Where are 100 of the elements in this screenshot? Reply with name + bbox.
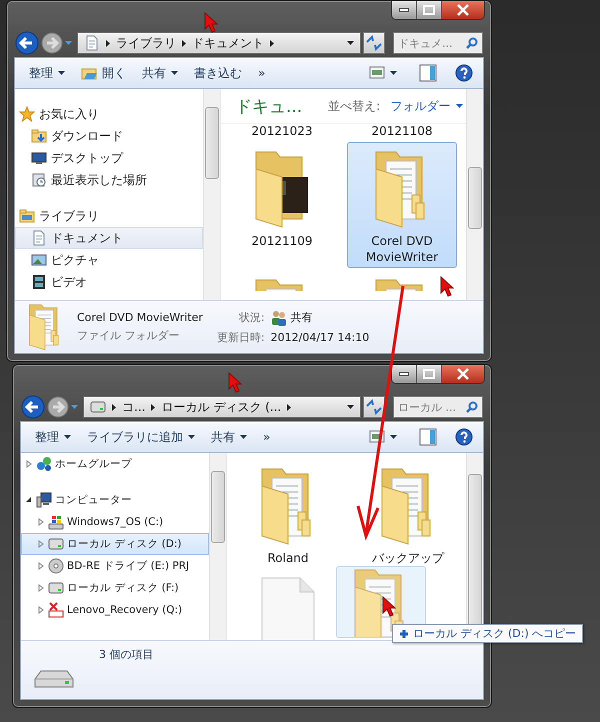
file-item[interactable]: Corel DVD MovieWriter <box>347 142 457 268</box>
separator-arrow-icon[interactable] <box>270 40 274 46</box>
dropdown-caret-icon[interactable] <box>347 405 354 409</box>
refresh-button[interactable] <box>363 32 385 54</box>
nav-item[interactable]: ダウンロード <box>15 125 203 147</box>
caret-icon <box>390 71 397 75</box>
nav-item[interactable]: Lenovo_Recovery (Q:) <box>21 599 209 621</box>
forward-button[interactable] <box>47 396 69 418</box>
sort-dropdown[interactable]: フォルダー <box>390 98 464 114</box>
nav-item[interactable]: ライブラリ <box>15 205 203 227</box>
toolbar-button[interactable]: » <box>259 427 274 447</box>
file-item[interactable]: 20121109 <box>227 142 337 268</box>
nav-item[interactable]: ローカル ディスク (F:) <box>21 577 209 599</box>
preview-pane-button[interactable] <box>419 428 437 446</box>
breadcrumb[interactable]: コ... <box>122 398 146 416</box>
toolbar-button[interactable]: 書き込む <box>190 62 246 84</box>
back-button[interactable] <box>15 31 39 55</box>
expand-arrow-icon[interactable] <box>25 460 33 468</box>
breadcrumb[interactable]: ドキュメント <box>192 34 264 52</box>
dropdown-caret-icon[interactable] <box>347 41 354 45</box>
minimize-icon <box>399 372 409 376</box>
nav-item[interactable]: 最近表示した場所 <box>15 169 203 191</box>
nav-item[interactable]: ドキュメント <box>15 227 203 249</box>
file-item[interactable]: バックアップ <box>353 459 463 569</box>
nav-item[interactable]: ピクチャ <box>15 249 203 271</box>
file-item[interactable]: Roland <box>233 459 343 569</box>
toolbar-button[interactable]: ライブラリに追加 <box>83 426 199 448</box>
caret-icon <box>390 435 397 439</box>
history-caret-icon[interactable] <box>71 405 78 409</box>
nav-item[interactable]: ホームグループ <box>21 453 209 475</box>
maximize-button[interactable] <box>417 1 442 19</box>
drive-icon <box>48 536 64 552</box>
separator-arrow-icon[interactable] <box>151 404 156 410</box>
address-bar[interactable]: ライブラリ ドキュメント <box>77 32 361 54</box>
nav-item[interactable]: ビデオ <box>15 271 203 293</box>
expand-arrow-icon[interactable] <box>37 540 45 548</box>
collapse-arrow-icon[interactable] <box>25 496 33 504</box>
toolbar-button[interactable]: » <box>254 63 270 83</box>
nav-item[interactable]: コンピューター <box>21 489 209 511</box>
picture-icon <box>31 252 47 268</box>
preview-pane-button[interactable] <box>419 64 437 82</box>
property-label: 状況: <box>238 310 265 325</box>
property-value: 共有 <box>290 310 313 325</box>
separator-arrow-icon[interactable] <box>106 40 110 46</box>
separator-arrow-icon[interactable] <box>182 40 186 46</box>
separator-arrow-icon[interactable] <box>112 404 116 410</box>
search-icon <box>466 401 478 413</box>
item-type: ファイル フォルダー <box>77 328 180 343</box>
cursor-icon <box>440 276 454 297</box>
toolbar-button[interactable]: 整理 <box>25 62 69 84</box>
scrollbar[interactable] <box>203 89 220 300</box>
nav-item[interactable]: Windows7_OS (C:) <box>21 511 209 533</box>
expand-arrow-icon[interactable] <box>37 518 45 526</box>
cursor-icon <box>382 596 396 617</box>
toolbar-button[interactable]: 整理 <box>31 426 75 448</box>
nav-item[interactable]: ローカル ディスク (D:) <box>21 533 209 555</box>
recovery-drive-icon <box>48 602 64 618</box>
expand-arrow-icon[interactable] <box>37 606 45 614</box>
caret-icon <box>456 104 464 108</box>
history-caret-icon[interactable] <box>65 41 72 45</box>
property-value: 2012/04/17 14:10 <box>270 330 370 344</box>
scrollbar[interactable] <box>466 89 483 300</box>
property-label: 更新日時: <box>216 330 265 344</box>
refresh-button[interactable] <box>363 396 385 418</box>
caret-icon <box>188 435 195 439</box>
file-item[interactable]: 20121108 <box>347 124 457 142</box>
breadcrumb[interactable]: ライブラリ <box>116 34 176 52</box>
recent-places-icon <box>31 172 47 188</box>
expand-arrow-icon[interactable] <box>37 584 45 592</box>
drive-icon <box>90 399 106 415</box>
network-icon <box>36 456 52 472</box>
maximize-icon <box>423 5 435 15</box>
scrollbar[interactable] <box>209 453 226 640</box>
nav-item[interactable]: BD-RE ドライブ (E:) PRJ <box>21 555 209 577</box>
back-button[interactable] <box>21 395 45 419</box>
search-field[interactable]: ドキュメ... <box>393 32 483 54</box>
toolbar-button[interactable]: 共有 <box>207 426 251 448</box>
nav-item[interactable]: デスクトップ <box>15 147 203 169</box>
expand-arrow-icon[interactable] <box>37 562 45 570</box>
document-icon <box>31 230 47 246</box>
address-bar[interactable]: コ... ローカル ディスク (... <box>83 396 361 418</box>
close-button[interactable] <box>442 1 484 19</box>
toolbar-button[interactable]: 共有 <box>138 62 182 84</box>
forward-button[interactable] <box>41 32 63 54</box>
nav-item[interactable]: お気に入り <box>15 103 203 125</box>
minimize-button[interactable] <box>392 1 417 19</box>
toolbar-button[interactable]: 開く <box>77 62 130 84</box>
minimize-button[interactable] <box>392 365 417 383</box>
library-title: ドキュ... <box>235 96 302 118</box>
search-field[interactable]: ローカル ... <box>393 396 483 418</box>
file-item[interactable]: 20121023 <box>227 124 337 142</box>
separator-arrow-icon[interactable] <box>287 404 292 410</box>
close-button[interactable] <box>442 365 484 383</box>
cursor-icon <box>228 372 242 393</box>
breadcrumb[interactable]: ローカル ディスク (... <box>161 398 282 416</box>
help-button[interactable] <box>455 64 473 82</box>
caret-icon <box>64 435 71 439</box>
maximize-button[interactable] <box>417 365 442 383</box>
minimize-icon <box>399 8 409 12</box>
help-button[interactable] <box>455 428 473 446</box>
